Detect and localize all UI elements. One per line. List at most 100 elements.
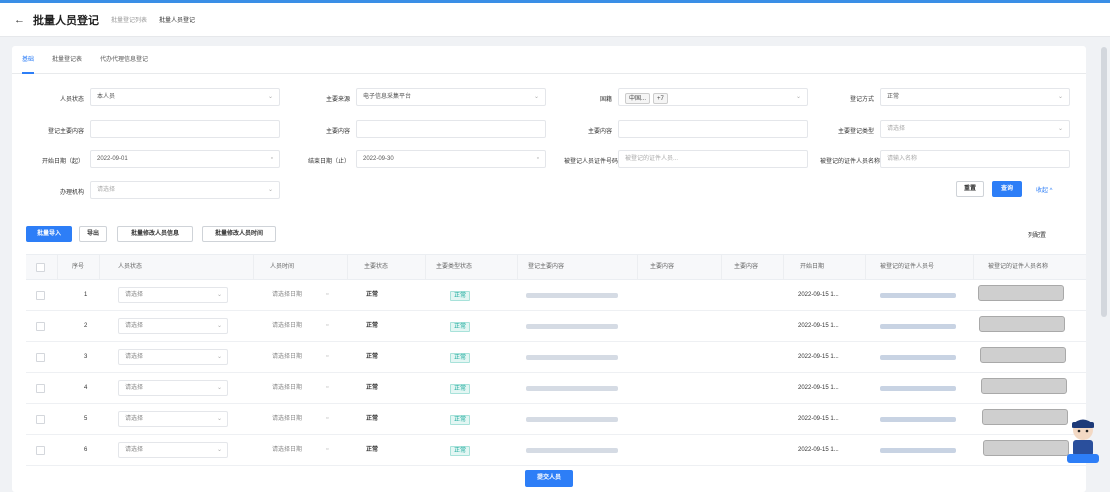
person-name-input[interactable]: 请输入名称	[880, 150, 1070, 168]
batch-edit-time-button[interactable]: 批量修改人员时间	[202, 226, 276, 242]
row-checkbox[interactable]	[36, 291, 45, 300]
calendar-icon: ▫	[326, 446, 329, 453]
status-badge: 正常	[450, 446, 471, 456]
main-content-2-input[interactable]	[618, 120, 808, 138]
search-button[interactable]: 查询	[992, 181, 1022, 197]
caret-down-icon: ⌄	[795, 94, 801, 100]
id-number-placeholder: 被登记的证件人员...	[625, 156, 679, 162]
table-row[interactable]: 6 请选择 ⌄ 请选择日期 ▫ 正常 正常 2022-09-15 1...	[26, 435, 1086, 466]
redacted-id	[880, 386, 956, 391]
calendar-icon: ▫	[326, 353, 329, 360]
row-checkbox[interactable]	[36, 353, 45, 362]
arrow-left-icon[interactable]: ←	[14, 14, 25, 26]
id-number-input[interactable]: 被登记的证件人员...	[618, 150, 808, 168]
th-person-state: 人员状态	[100, 255, 254, 280]
batch-edit-person-button[interactable]: 批量修改人员信息	[117, 226, 193, 242]
row-time[interactable]: 请选择日期	[272, 373, 302, 403]
scrollbar-thumb[interactable]	[1101, 47, 1107, 317]
tab-agent-info[interactable]: 代办代理信息登记	[100, 46, 148, 74]
caret-down-icon: ⌄	[216, 416, 222, 422]
caret-down-icon: ⌄	[267, 187, 273, 193]
th-checkbox	[26, 255, 58, 280]
row-state-value: 请选择	[125, 323, 144, 329]
row-state-select[interactable]: 请选择 ⌄	[118, 349, 228, 365]
row-time[interactable]: 请选择日期	[272, 435, 302, 465]
row-state-value: 请选择	[125, 416, 144, 422]
nationality-select[interactable]: 中国... +7 ⌄	[618, 88, 808, 106]
row-time[interactable]: 请选择日期	[272, 404, 302, 434]
row-checkbox[interactable]	[36, 384, 45, 393]
row-time[interactable]: 请选择日期	[272, 342, 302, 372]
assistant-mascot-icon[interactable]	[1063, 416, 1103, 466]
th-main-content: 主要内容	[638, 255, 722, 280]
redacted-name-box	[983, 440, 1069, 456]
person-status-select[interactable]: 本人员 ⌄	[90, 88, 280, 106]
tab-batch-form[interactable]: 批量登记表	[52, 46, 82, 74]
page-header: ← 批量人员登记 批量登记列表 批量人员登记	[0, 3, 1110, 37]
th-person-name: 被登记的证件人员名称	[988, 264, 1049, 270]
person-name-placeholder: 请输入名称	[887, 156, 918, 162]
register-method-select[interactable]: 正常 ⌄	[880, 88, 1070, 106]
caret-down-icon: ⌄	[216, 447, 222, 453]
row-date: 2022-09-15 1...	[798, 354, 839, 360]
row-state-select[interactable]: 请选择 ⌄	[118, 318, 228, 334]
row-state-select[interactable]: 请选择 ⌄	[118, 380, 228, 396]
reset-button[interactable]: 重置	[956, 181, 984, 197]
main-content-2-label: 主要内容	[587, 129, 612, 135]
th-index: 序号	[58, 255, 100, 280]
row-state-select[interactable]: 请选择 ⌄	[118, 442, 228, 458]
redacted-name-box	[979, 316, 1065, 332]
caret-down-icon: ⌄	[216, 354, 222, 360]
tab-basic[interactable]: 基础	[22, 46, 35, 74]
main-source-select[interactable]: 电子信息采集平台 ⌄	[356, 88, 546, 106]
row-date: 2022-09-15 1...	[798, 447, 839, 453]
caret-down-icon: ⌄	[216, 385, 222, 391]
table-row[interactable]: 1 请选择 ⌄ 请选择日期 ▫ 正常 正常 2022-09-15 1...	[26, 280, 1086, 311]
status-badge: 正常	[450, 322, 471, 332]
row-checkbox[interactable]	[36, 415, 45, 424]
table-row[interactable]: 2 请选择 ⌄ 请选择日期 ▫ 正常 正常 2022-09-15 1...	[26, 311, 1086, 342]
row-time[interactable]: 请选择日期	[272, 311, 302, 341]
row-status: 正常	[366, 385, 379, 391]
end-date-input[interactable]: 2022-09-30 ▫	[356, 150, 546, 168]
table-row[interactable]: 3 请选择 ⌄ 请选择日期 ▫ 正常 正常 2022-09-15 1...	[26, 342, 1086, 373]
table-row[interactable]: 5 请选择 ⌄ 请选择日期 ▫ 正常 正常 2022-09-15 1...	[26, 404, 1086, 435]
redacted-id	[880, 448, 956, 453]
caret-down-icon: ⌄	[267, 94, 273, 100]
register-method-value: 正常	[887, 94, 900, 100]
table-row[interactable]: 4 请选择 ⌄ 请选择日期 ▫ 正常 正常 2022-09-15 1...	[26, 373, 1086, 404]
register-content-input[interactable]	[90, 120, 280, 138]
row-state-select[interactable]: 请选择 ⌄	[118, 287, 228, 303]
th-main-status: 主要状态	[348, 255, 426, 280]
nationality-more-chip[interactable]: +7	[653, 93, 668, 104]
start-date-input[interactable]: 2022-09-01 ▫	[90, 150, 280, 168]
th-type-status: 主要类型状态	[426, 255, 518, 280]
collapse-link[interactable]: 收起 ^	[1036, 185, 1052, 194]
row-status: 正常	[366, 354, 379, 360]
th-main-content-2: 主要内容	[722, 255, 784, 280]
main-content-label: 主要内容	[325, 129, 350, 135]
row-state-select[interactable]: 请选择 ⌄	[118, 411, 228, 427]
batch-import-button[interactable]: 批量导入	[26, 226, 72, 242]
select-all-checkbox[interactable]	[36, 263, 45, 272]
submit-button[interactable]: 提交人员	[525, 470, 573, 487]
row-date: 2022-09-15 1...	[798, 323, 839, 329]
breadcrumb-list[interactable]: 批量登记列表	[111, 15, 147, 24]
row-status: 正常	[366, 292, 379, 298]
nationality-chip[interactable]: 中国...	[625, 93, 651, 104]
calendar-icon: ▫	[326, 415, 329, 422]
column-settings-link[interactable]: 列配置	[1028, 230, 1046, 239]
agency-select[interactable]: 请选择 ⌄	[90, 181, 280, 199]
calendar-icon: ▫	[326, 384, 329, 391]
redacted-content	[526, 448, 618, 453]
tab-bar: 基础 批量登记表 代办代理信息登记	[12, 46, 1086, 74]
main-content-input[interactable]	[356, 120, 546, 138]
redacted-name-box	[981, 378, 1067, 394]
main-source-label: 主要来源	[325, 97, 350, 103]
row-checkbox[interactable]	[36, 322, 45, 331]
register-type-select[interactable]: 请选择 ⌄	[880, 120, 1070, 138]
row-checkbox[interactable]	[36, 446, 45, 455]
export-button[interactable]: 导出	[79, 226, 107, 242]
calendar-icon: ▫	[270, 155, 273, 162]
row-time[interactable]: 请选择日期	[272, 280, 302, 310]
